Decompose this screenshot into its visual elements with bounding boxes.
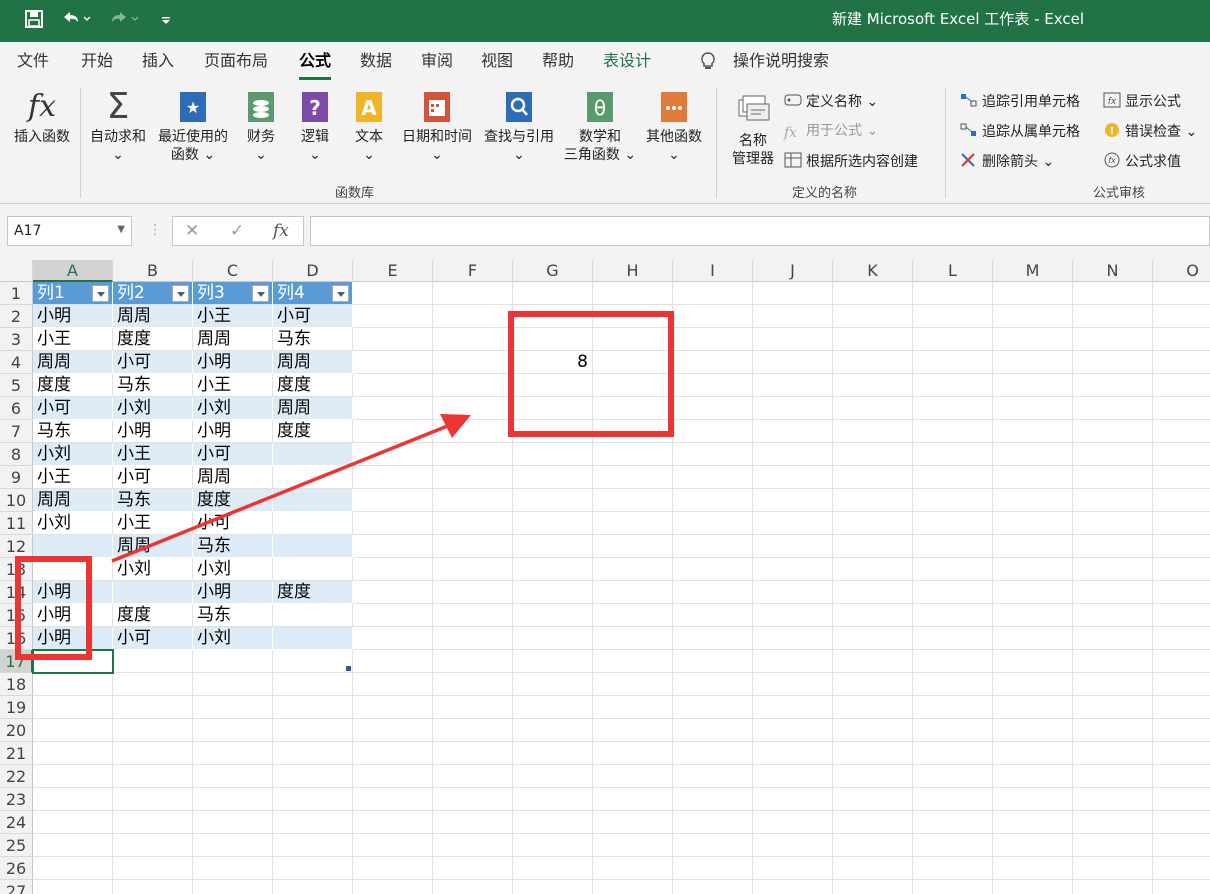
grid-create-icon xyxy=(784,152,802,168)
formula-bar: A17 ▼ ⋮ ✕ ✓ fx xyxy=(0,204,1210,260)
tab-data[interactable]: 数据 xyxy=(360,51,392,71)
letter-a-book-icon: A xyxy=(353,90,385,124)
lightbulb-icon xyxy=(698,51,718,76)
math-trig-button[interactable]: θ 数学和 三角函数 ⌄ xyxy=(560,90,640,164)
tab-review[interactable]: 审阅 xyxy=(421,51,453,71)
name-box[interactable]: A17 ▼ xyxy=(7,216,132,246)
recently-used-button[interactable]: ★ 最近使用的 函数 ⌄ xyxy=(153,90,233,164)
remove-arrows-icon xyxy=(960,152,978,168)
svg-text:fx: fx xyxy=(1108,97,1117,107)
dots-book-icon xyxy=(658,90,690,124)
svg-text:θ: θ xyxy=(594,96,606,120)
insert-function-button[interactable]: fx 插入函数 xyxy=(8,90,76,146)
defined-names-label: 定义的名称 xyxy=(792,186,858,201)
lookup-reference-button[interactable]: 查找与引用 ⌄ xyxy=(480,90,558,164)
sigma-icon: Σ xyxy=(106,86,130,127)
function-library-label: 函数库 xyxy=(335,186,375,201)
insert-function-icon[interactable]: fx xyxy=(273,221,289,241)
question-book-icon: ? xyxy=(299,90,331,124)
redo-icon[interactable] xyxy=(108,9,140,36)
title-bar: 新建 Microsoft Excel 工作表 - Excel xyxy=(0,0,1210,42)
name-manager-icon xyxy=(737,94,770,128)
tab-home[interactable]: 开始 xyxy=(81,51,113,71)
formula-auditing-label: 公式审核 xyxy=(1093,186,1146,201)
more-functions-button[interactable]: 其他函数 ⌄ xyxy=(642,90,706,164)
evaluate-formula-button[interactable]: fx 公式求值 xyxy=(1103,152,1181,171)
text-button[interactable]: A 文本 ⌄ xyxy=(346,90,392,164)
customize-qat-icon[interactable] xyxy=(160,9,172,36)
trace-dependents-button[interactable]: 追踪从属单元格 xyxy=(960,122,1080,141)
date-time-button[interactable]: 日期和时间 ⌄ xyxy=(398,90,476,164)
tab-formulas[interactable]: 公式 xyxy=(299,51,332,80)
warning-icon: ! xyxy=(1103,122,1121,138)
tag-icon xyxy=(784,92,802,108)
worksheet-grid: ABCDEFGHIJKLMNO 1 2 3 4 5 6 7 8 9 10 11 12 13 14 15 16 1… xyxy=(0,260,1210,894)
svg-text:!: ! xyxy=(1110,126,1115,137)
tab-page-layout[interactable]: 页面布局 xyxy=(204,51,268,71)
tab-help[interactable]: 帮助 xyxy=(542,51,574,71)
tab-table-design[interactable]: 表设计 xyxy=(603,51,651,71)
name-manager-button[interactable]: 名称 管理器 xyxy=(726,94,780,168)
tell-me-search[interactable]: 操作说明搜索 xyxy=(733,51,829,71)
tab-insert[interactable]: 插入 xyxy=(142,51,174,71)
tab-file[interactable]: 文件 xyxy=(17,51,49,71)
trace-dependents-icon xyxy=(960,122,978,138)
theta-book-icon: θ xyxy=(584,90,616,124)
magnifier-book-icon xyxy=(503,90,535,124)
tab-view[interactable]: 视图 xyxy=(481,51,513,71)
svg-text:?: ? xyxy=(309,96,321,120)
fx-small-icon: fx xyxy=(784,125,798,141)
show-formulas-button[interactable]: fx 显示公式 xyxy=(1103,92,1181,111)
formula-buttons: ✕ ✓ fx xyxy=(172,216,304,246)
logical-button[interactable]: ? 逻辑 ⌄ xyxy=(292,90,338,164)
fx-icon: fx xyxy=(27,89,57,124)
trace-precedents-button[interactable]: 追踪引用单元格 xyxy=(960,92,1080,111)
ribbon: fx 插入函数 Σ 自动求和 ⌄ ★ 最近使用的 函数 ⌄ 财务 ⌄ ? 逻辑 … xyxy=(0,82,1210,204)
evaluate-formula-icon: fx xyxy=(1103,152,1121,168)
cancel-icon[interactable]: ✕ xyxy=(185,221,199,241)
financial-button[interactable]: 财务 ⌄ xyxy=(238,90,284,164)
svg-text:A: A xyxy=(361,96,377,120)
formula-input[interactable] xyxy=(310,216,1210,246)
save-icon[interactable] xyxy=(24,9,44,36)
ribbon-tabs: 文件 开始 插入 页面布局 公式 数据 审阅 视图 帮助 表设计 操作说明搜索 xyxy=(0,42,1210,82)
chevron-down-icon[interactable]: ▼ xyxy=(117,224,125,235)
autosum-button[interactable]: Σ 自动求和 ⌄ xyxy=(86,86,150,164)
window-title: 新建 Microsoft Excel 工作表 - Excel xyxy=(832,10,1084,28)
trace-precedents-icon xyxy=(960,92,978,108)
remove-arrows-button[interactable]: 删除箭头 ⌄ xyxy=(960,152,1054,171)
define-name-button[interactable]: 定义名称 ⌄ xyxy=(784,92,878,111)
undo-icon[interactable] xyxy=(60,9,92,36)
create-from-selection-button[interactable]: 根据所选内容创建 xyxy=(784,152,918,171)
drag-handle-icon: ⋮ xyxy=(148,222,162,238)
svg-text:★: ★ xyxy=(186,98,200,117)
error-checking-button[interactable]: ! 错误检查 ⌄ xyxy=(1103,122,1197,141)
svg-text:fx: fx xyxy=(1108,156,1116,165)
enter-icon[interactable]: ✓ xyxy=(230,221,244,241)
calendar-book-icon xyxy=(421,90,453,124)
use-in-formula-button[interactable]: fx 用于公式 ⌄ xyxy=(784,122,878,141)
star-book-icon: ★ xyxy=(177,90,209,124)
coins-book-icon xyxy=(245,90,277,124)
annotation-arrow xyxy=(111,414,471,563)
show-formulas-icon: fx xyxy=(1103,92,1121,108)
